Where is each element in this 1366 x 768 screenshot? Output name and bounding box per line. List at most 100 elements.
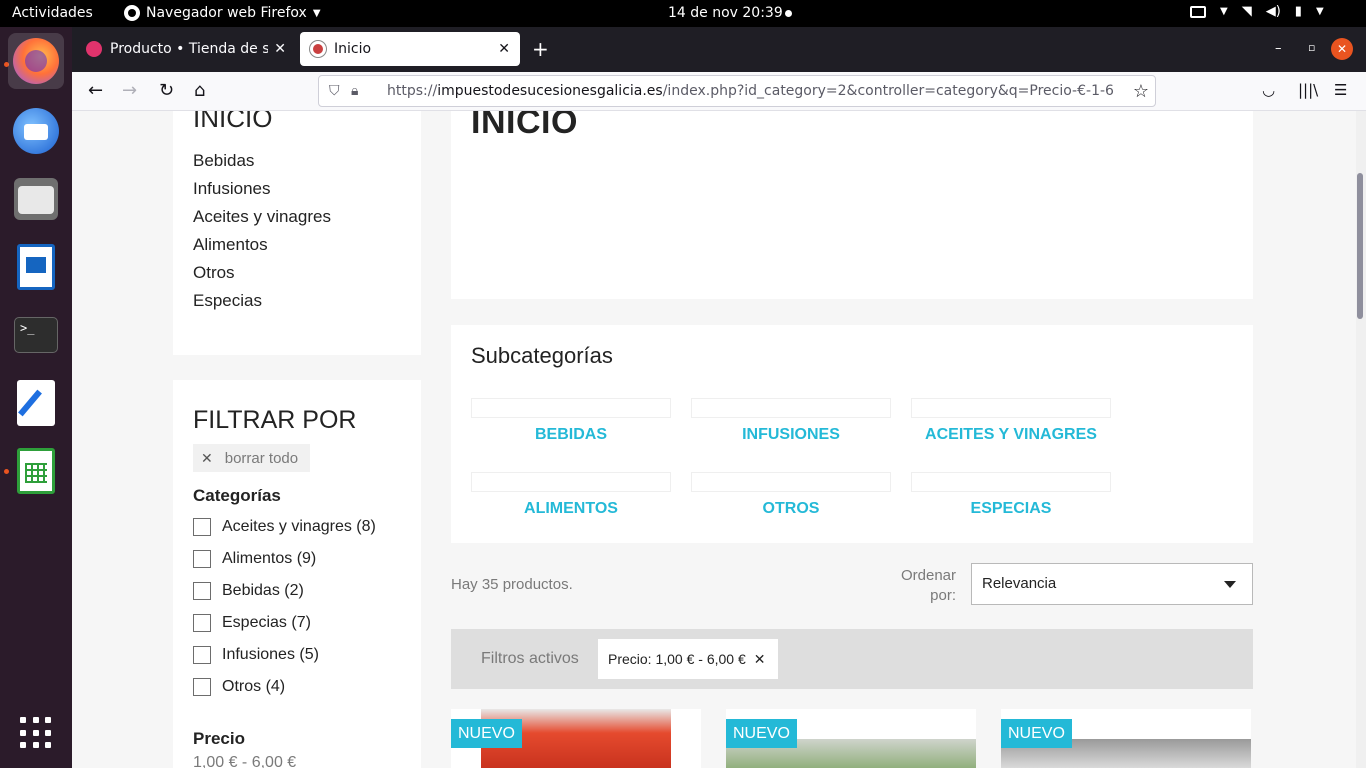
minimize-button[interactable]: – [1275,41,1282,56]
dock-calc[interactable] [8,443,64,499]
writer-icon [17,244,55,290]
checkbox[interactable] [193,518,211,536]
tab-inicio[interactable]: Inicio ✕ [300,32,520,66]
subcategory-card[interactable]: ACEITES Y VINAGRES [911,398,1111,444]
close-icon[interactable]: ✕ [754,651,766,668]
facet-option[interactable]: Especias (7) [193,614,311,632]
bookmark-star-icon[interactable]: ☆ [1133,81,1149,102]
reload-icon[interactable]: ↻ [159,80,174,102]
facet-option[interactable]: Bebidas (2) [193,582,304,600]
checkbox[interactable] [193,646,211,664]
category-link[interactable]: Infusiones [193,179,331,207]
restore-button[interactable]: ▫ [1308,41,1315,54]
menu-icon[interactable]: ☰ [1334,81,1347,99]
facet-option[interactable]: Otros (4) [193,678,285,696]
subcategory-card[interactable]: INFUSIONES [691,398,891,444]
show-applications-button[interactable] [8,705,64,761]
checkbox[interactable] [193,678,211,696]
category-link[interactable]: Otros [193,263,331,291]
wifi-icon: ◥ [1241,4,1252,19]
firefox-mini-icon [124,5,140,21]
subcategory-image[interactable] [471,398,671,418]
category-link[interactable]: Bebidas [193,151,331,179]
url-protocol: https:// [387,83,438,99]
scrollbar-thumb[interactable] [1357,173,1363,319]
close-icon[interactable]: ✕ [498,41,510,57]
tab-producto[interactable]: Producto • Tienda de suvenir ✕ [76,32,296,66]
app-menu[interactable]: Navegador web Firefox ▼ [124,5,321,21]
back-arrow-icon[interactable]: ← [88,80,103,102]
dock-writer[interactable] [8,239,64,295]
product-card[interactable]: NUEVO [1001,709,1251,768]
subcategory-image[interactable] [691,472,891,492]
home-icon[interactable]: ⌂ [194,80,205,102]
clock[interactable]: 14 de nov 20:39 [668,5,783,21]
library-icon[interactable]: |||\ [1298,81,1318,99]
checkbox[interactable] [193,582,211,600]
dock-thunderbird[interactable] [8,103,64,159]
category-link[interactable]: Alimentos [193,235,331,263]
subcategory-card[interactable]: BEBIDAS [471,398,671,444]
dock: >_ [0,27,72,768]
navigation-toolbar: ← → ↻ ⌂ ⛉ 🔒︎ https:// impuestodesucesion… [72,72,1366,111]
filter-title: FILTRAR POR [193,406,357,434]
tab-title: Inicio [334,41,372,57]
dock-terminal[interactable]: >_ [8,307,64,363]
subcategory-image[interactable] [911,472,1111,492]
subcategory-card[interactable]: OTROS [691,472,891,518]
notification-dot [785,10,792,17]
shield-icon[interactable]: ⛉ [329,83,351,99]
subcategory-image[interactable] [911,398,1111,418]
system-tray[interactable]: ▼ ◥ ◀) ▮ ▼ [1190,4,1324,19]
facet-option[interactable]: Aceites y vinagres (8) [193,518,376,536]
dock-files[interactable] [8,171,64,227]
category-link[interactable]: Especias [193,291,331,319]
subcategory-link[interactable]: INFUSIONES [691,426,891,444]
lock-icon[interactable]: 🔒︎ [351,83,373,99]
window-close-button[interactable]: ✕ [1331,38,1353,60]
facet-option[interactable]: Alimentos (9) [193,550,316,568]
pocket-icon[interactable]: ◡ [1262,81,1275,99]
subcategory-image[interactable] [691,398,891,418]
sort-select[interactable]: Relevancia [971,563,1253,605]
new-badge: NUEVO [726,719,797,748]
new-tab-button[interactable]: + [532,39,549,59]
subcategories-title: Subcategorías [471,343,613,368]
app-menu-label: Navegador web Firefox [146,5,307,21]
checkbox[interactable] [193,614,211,632]
close-icon[interactable]: ✕ [274,41,286,57]
page-title: INICIO [471,111,578,141]
subcategory-link[interactable]: ESPECIAS [911,500,1111,518]
subcategory-image[interactable] [471,472,671,492]
subcategory-link[interactable]: ACEITES Y VINAGRES [911,426,1111,444]
subcategory-link[interactable]: BEBIDAS [471,426,671,444]
product-card[interactable]: NUEVO [726,709,976,768]
product-card[interactable]: NUEVO [451,709,701,768]
terminal-icon: >_ [14,317,58,353]
dock-firefox[interactable] [8,33,64,89]
chevron-down-icon: ▼ [1315,6,1324,17]
facet-option[interactable]: Infusiones (5) [193,646,319,664]
url-bar[interactable]: ⛉ 🔒︎ https:// impuestodesucesionesgalici… [318,75,1156,107]
category-tree-title[interactable]: INICIO [193,111,272,134]
facet-label: Infusiones (5) [222,646,319,663]
clear-all-button[interactable]: ✕ borrar todo [193,444,310,472]
subcategory-card[interactable]: ESPECIAS [911,472,1111,518]
active-filter-chip[interactable]: Precio: 1,00 € - 6,00 € ✕ [598,639,778,679]
forward-arrow-icon[interactable]: → [122,80,137,102]
subcategory-card[interactable]: ALIMENTOS [471,472,671,518]
category-tree: INICIO Bebidas Infusiones Aceites y vina… [173,111,421,355]
spreadsheet-icon [17,448,55,494]
active-filters-label: Filtros activos [481,650,579,667]
product-count: Hay 35 productos. [451,576,573,593]
subcategory-link[interactable]: OTROS [691,500,891,518]
subcategory-link[interactable]: ALIMENTOS [471,500,671,518]
price-range: 1,00 € - 6,00 € [193,754,297,768]
chevron-down-icon: ▼ [1220,6,1228,17]
category-link[interactable]: Aceites y vinagres [193,207,331,235]
dock-text-editor[interactable] [8,375,64,431]
checkbox[interactable] [193,550,211,568]
activities-button[interactable]: Actividades [12,5,93,21]
app-grid-icon [20,717,52,749]
sort-value: Relevancia [982,575,1057,592]
